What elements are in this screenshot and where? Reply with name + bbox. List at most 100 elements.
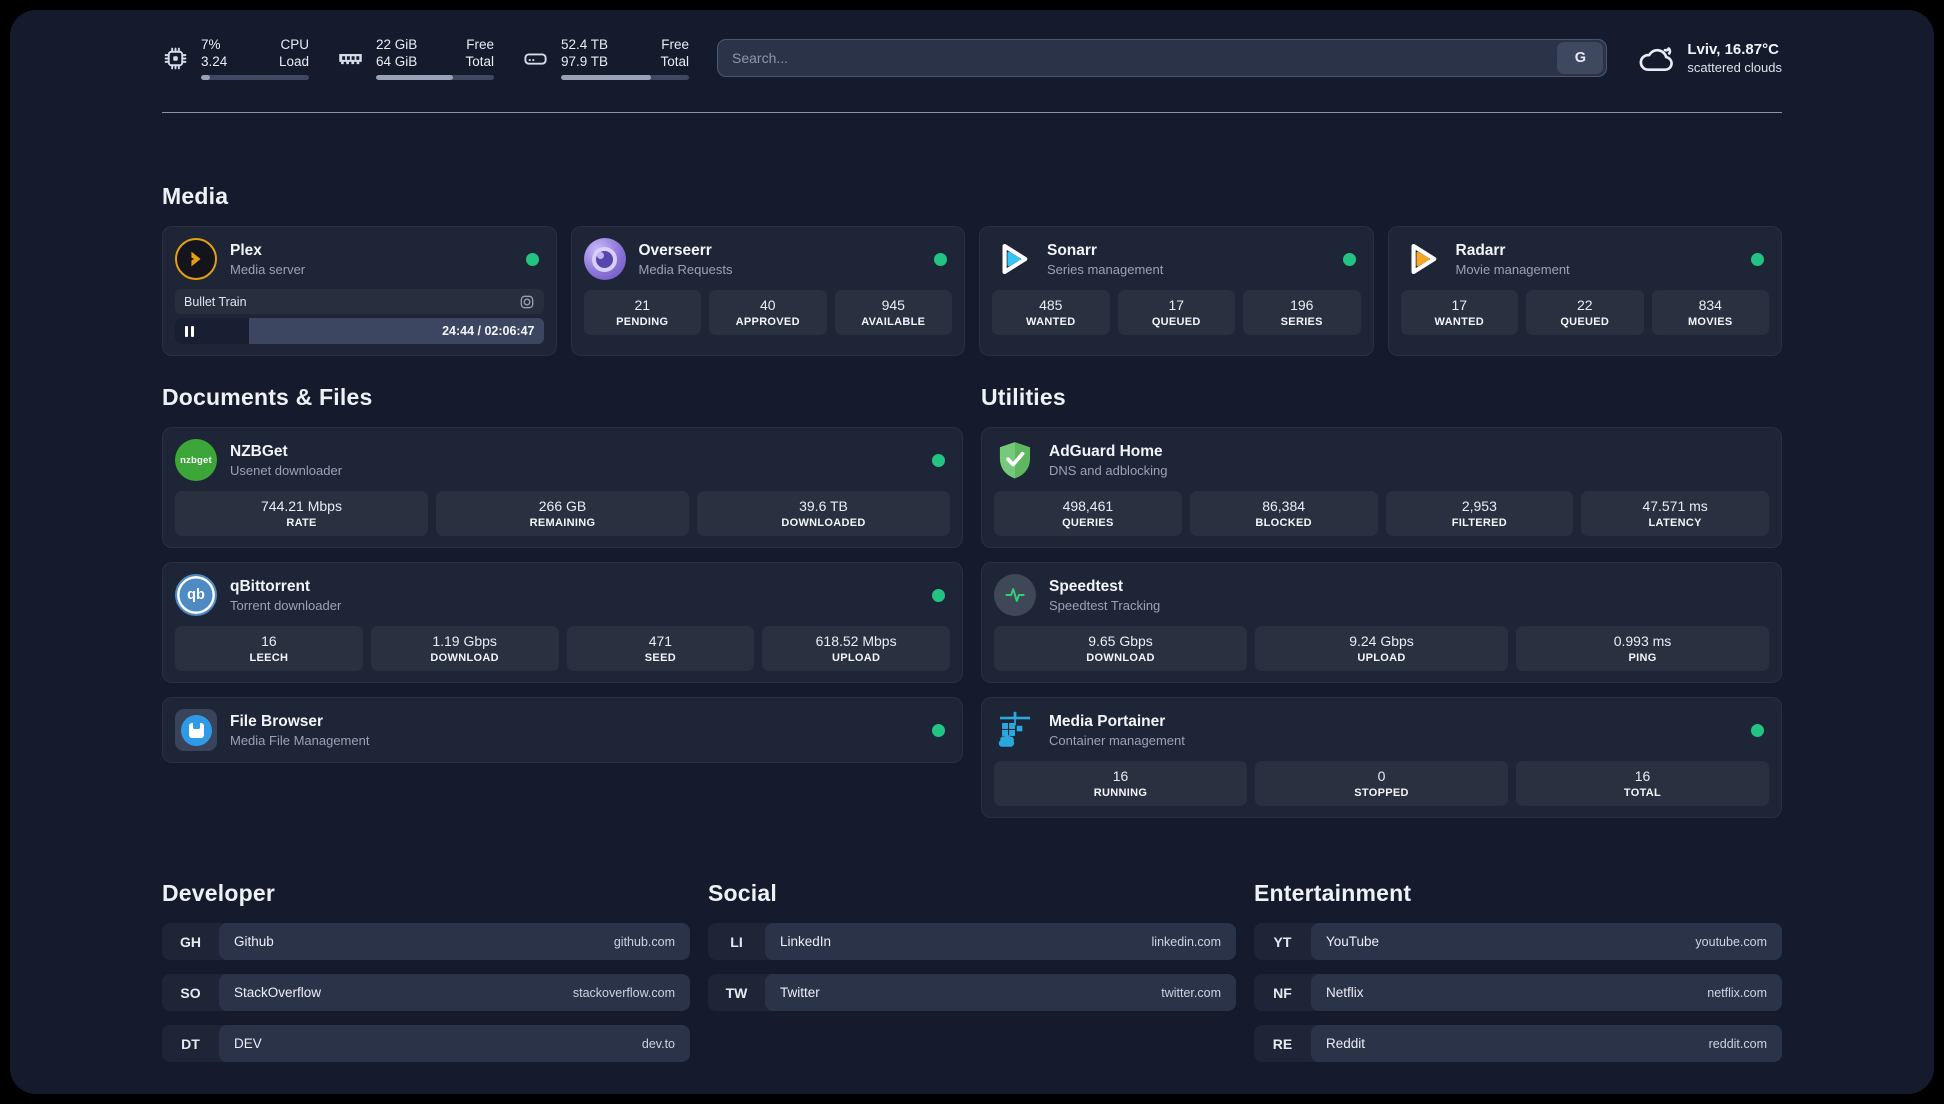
section-title-documents: Documents & Files: [162, 384, 373, 410]
app-description: Torrent downloader: [230, 597, 342, 613]
stat-tile: 47.571 ms LATENCY: [1581, 491, 1769, 536]
app-card-qbittorrent[interactable]: qb qBittorrent Torrent downloader 16 LEEC…: [162, 562, 963, 683]
hard-drive-icon: [522, 45, 549, 72]
status-dot: [932, 588, 945, 602]
stat-tile: 196 SERIES: [1243, 290, 1361, 335]
pause-icon[interactable]: [185, 325, 194, 337]
portainer-crane-icon: [994, 709, 1036, 751]
stat-tile: 618.52 Mbps UPLOAD: [762, 626, 950, 671]
storage-total-value: 97.9 TB: [561, 54, 609, 69]
status-dot: [1751, 252, 1764, 266]
stat-tile: 17 WANTED: [1400, 290, 1518, 335]
app-description: Speedtest Tracking: [1049, 597, 1161, 613]
app-name: AdGuard Home: [1049, 442, 1163, 460]
bookmark-netflix[interactable]: NF Netflix netflix.com: [1254, 974, 1782, 1011]
nzbget-icon: nzbget: [175, 439, 217, 481]
app-description: DNS and adblocking: [1049, 462, 1168, 478]
app-card-adguard[interactable]: AdGuard Home DNS and adblocking 498,461 Q…: [981, 427, 1782, 548]
adguard-shield-icon: [994, 439, 1036, 481]
bookmark-abbr: SO: [180, 984, 201, 1001]
status-dot: [932, 723, 945, 737]
sonarr-icon: [992, 238, 1034, 280]
bookmark-url: youtube.com: [1695, 934, 1767, 949]
weather-widget: Lviv, 16.87°C scattered clouds: [1637, 40, 1782, 76]
bookmark-url: twitter.com: [1161, 985, 1221, 1000]
stat-tile: 16 LEECH: [175, 626, 363, 671]
dashboard-page: 7% CPU 3.24 Load 22 GiB Free 64 GiB Tota…: [10, 10, 1934, 1094]
stat-tile: 86,384 BLOCKED: [1189, 491, 1378, 536]
bookmark-abbr: RE: [1272, 1035, 1293, 1052]
cpu-load-value: 3.24: [201, 54, 228, 69]
stat-tile: 40 APPROVED: [709, 290, 827, 335]
bookmark-reddit[interactable]: RE Reddit reddit.com: [1254, 1025, 1782, 1062]
stat-tile: 22 QUEUED: [1526, 290, 1644, 335]
header-divider: [162, 112, 1782, 113]
bookmark-url: dev.to: [641, 1036, 675, 1051]
stat-tile: 498,461 QUERIES: [994, 491, 1182, 536]
cpu-progress-bar: [201, 75, 309, 80]
stat-tile: 744.21 Mbps RATE: [175, 491, 428, 536]
app-card-sonarr[interactable]: Sonarr Series management 485 WANTED 17 QUE…: [979, 226, 1374, 356]
app-card-overseerr[interactable]: Overseerr Media Requests 21 PENDING 40 APP…: [570, 226, 965, 356]
weather-condition: scattered clouds: [1687, 60, 1782, 75]
bookmark-youtube[interactable]: YT YouTube youtube.com: [1254, 923, 1782, 960]
app-card-plex[interactable]: Plex Media server Bullet Train 24:44 / 0…: [162, 226, 557, 356]
now-playing-time: 24:44 / 02:06:47: [442, 324, 535, 338]
app-name: Speedtest: [1049, 577, 1124, 595]
bookmark-stackoverflow[interactable]: SO StackOverflow stackoverflow.com: [162, 974, 690, 1011]
bookmark-name: Github: [234, 934, 274, 949]
search-engine-button[interactable]: G: [1557, 42, 1604, 74]
cpu-usage-label: CPU: [280, 37, 309, 52]
app-description: Series management: [1047, 261, 1164, 277]
stat-tile: 1.19 Gbps DOWNLOAD: [370, 626, 559, 671]
status-dot: [932, 453, 945, 467]
memory-free-label: Free: [466, 37, 494, 52]
search-input[interactable]: [718, 40, 1558, 76]
stat-tile: 9.24 Gbps UPLOAD: [1255, 626, 1508, 671]
cpu-usage-value: 7%: [201, 37, 221, 52]
plex-icon: [175, 238, 217, 280]
now-playing-progress-bar: 24:44 / 02:06:47: [175, 318, 544, 344]
section-title-social: Social: [708, 880, 777, 906]
bookmark-abbr: LI: [730, 933, 743, 950]
app-card-portainer[interactable]: Media Portainer Container management 16 R…: [981, 697, 1782, 818]
bookmark-url: github.com: [613, 934, 675, 949]
section-title-developer: Developer: [162, 880, 276, 906]
filebrowser-icon: [175, 709, 217, 751]
stat-tile: 834 MOVIES: [1651, 290, 1769, 335]
cpu-chip-icon: [162, 45, 189, 72]
app-name: Sonarr: [1047, 241, 1097, 259]
app-description: Usenet downloader: [230, 462, 343, 478]
app-card-radarr[interactable]: Radarr Movie management 17 WANTED 22 QUEUE…: [1387, 226, 1782, 356]
bookmark-name: YouTube: [1326, 934, 1380, 949]
app-card-speedtest[interactable]: Speedtest Speedtest Tracking 9.65 Gbps DO…: [981, 562, 1782, 683]
bookmark-name: StackOverflow: [234, 985, 322, 1000]
app-card-nzbget[interactable]: nzbget NZBGet Usenet downloader 744.21 M…: [162, 427, 963, 548]
bookmark-dev[interactable]: DT DEV dev.to: [162, 1025, 690, 1062]
bookmark-github[interactable]: GH Github github.com: [162, 923, 690, 960]
weather-location-temp: Lviv, 16.87°C: [1687, 41, 1779, 58]
app-description: Media server: [230, 261, 306, 277]
bookmark-name: Reddit: [1326, 1036, 1366, 1051]
app-card-filebrowser[interactable]: File Browser Media File Management: [162, 697, 963, 763]
bookmark-name: Twitter: [780, 985, 820, 1000]
bookmark-linkedin[interactable]: LI LinkedIn linkedin.com: [708, 923, 1236, 960]
memory-widget: 22 GiB Free 64 GiB Total: [337, 36, 494, 80]
status-dot: [1342, 252, 1356, 266]
bookmark-abbr: DT: [181, 1035, 200, 1052]
session-settings-icon[interactable]: [519, 294, 535, 310]
stat-tile: 21 PENDING: [583, 290, 701, 335]
section-entertainment: Entertainment YT YouTube youtube.com NF N…: [1254, 880, 1782, 1062]
speedtest-pulse-icon: [994, 574, 1036, 616]
bookmark-abbr: YT: [1273, 933, 1292, 950]
bookmark-abbr: TW: [725, 984, 748, 1001]
storage-widget: 52.4 TB Free 97.9 TB Total: [522, 36, 689, 80]
storage-free-value: 52.4 TB: [561, 37, 609, 52]
section-title-entertainment: Entertainment: [1254, 880, 1412, 906]
storage-total-label: Total: [660, 54, 689, 69]
app-name: File Browser: [230, 712, 324, 730]
memory-progress-bar: [376, 75, 494, 80]
cpu-load-label: Load: [278, 54, 309, 69]
bookmark-twitter[interactable]: TW Twitter twitter.com: [708, 974, 1236, 1011]
stat-tile: 16 TOTAL: [1516, 761, 1769, 806]
